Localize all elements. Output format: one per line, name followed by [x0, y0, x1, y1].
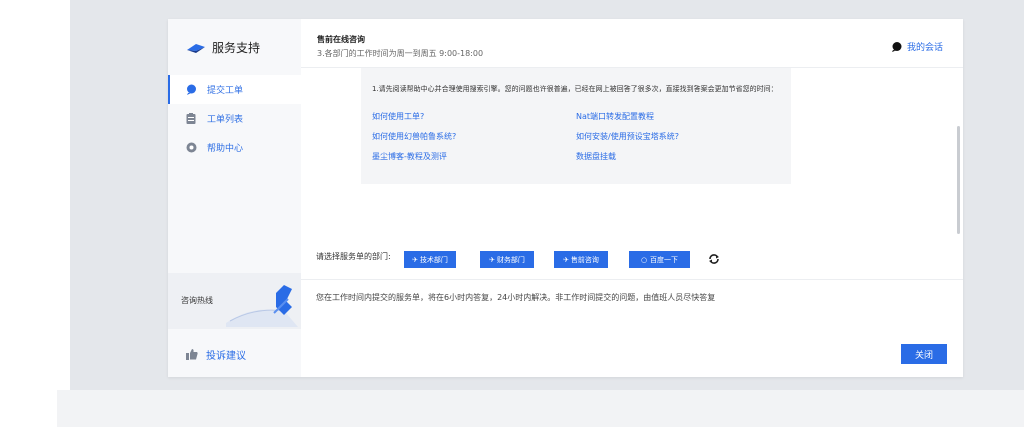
help-link-blog[interactable]: 墨尘博客-教程及测评	[372, 151, 447, 162]
dept-button-label: 财务部门	[496, 255, 525, 264]
thumbs-up-icon	[186, 349, 198, 360]
cloud-logo-icon	[187, 43, 205, 53]
sidebar-item-label: 提交工单	[207, 86, 244, 96]
refresh-icon[interactable]	[708, 253, 720, 265]
search-icon: ○	[640, 255, 648, 264]
phone-illustration-icon	[226, 285, 298, 327]
help-link-baota[interactable]: 如何安装/使用预设宝塔系统?	[576, 131, 679, 142]
response-time-notice: 您在工作时间内提交的服务单，将在6小时内答复，24小时内解决。非工作时间提交的问…	[316, 293, 716, 302]
chat-bubble-icon	[891, 41, 902, 52]
my-chat-link[interactable]: 我的会话	[891, 40, 943, 53]
dialog-header: 售前在线咨询 3.各部门的工作时间为周一到周五 9:00-18:00 我的会话	[301, 19, 963, 68]
dept-button-label: 技术部门	[419, 255, 448, 264]
support-dialog: 服务支持 提交工单 工单列表 帮助中心 咨询热线 投诉建议 售前在线咨询 3.各…	[168, 19, 963, 377]
dept-button-label: 百度一下	[650, 255, 679, 264]
sidebar-item-label: 工单列表	[207, 115, 244, 125]
dept-button-presales[interactable]: ✈ 售前咨询	[554, 251, 608, 268]
my-chat-label: 我的会话	[906, 43, 943, 53]
help-circle-icon	[185, 142, 197, 154]
help-link-nat-port[interactable]: Nat端口转发配置教程	[576, 111, 654, 122]
help-link-ticket-usage[interactable]: 如何使用工单?	[372, 111, 424, 122]
department-prompt: 请选择服务单的部门:	[316, 251, 391, 262]
sidebar: 服务支持 提交工单 工单列表 帮助中心 咨询热线 投诉建议	[168, 19, 301, 377]
sidebar-nav: 提交工单 工单列表 帮助中心	[168, 75, 301, 162]
scrollbar-thumb[interactable]	[957, 126, 960, 234]
page-title: 售前在线咨询	[317, 35, 365, 44]
sidebar-item-submit-ticket[interactable]: 提交工单	[168, 75, 301, 104]
sidebar-item-ticket-list[interactable]: 工单列表	[168, 104, 301, 133]
sidebar-item-help-center[interactable]: 帮助中心	[168, 133, 301, 162]
chat-area: 1.请先阅读帮助中心并合理使用搜索引擎。您的问题也许很普遍，已经在网上被回答了很…	[301, 68, 963, 279]
complaint-label: 投诉建议	[206, 351, 246, 362]
hotline-panel: 咨询热线	[168, 273, 301, 329]
clipboard-icon	[185, 113, 197, 125]
help-link-palworld[interactable]: 如何使用幻兽帕鲁系统?	[372, 131, 456, 142]
dept-button-tech[interactable]: ✈ 技术部门	[404, 251, 456, 268]
composer-divider	[301, 279, 963, 280]
dept-button-label: 售前咨询	[570, 255, 599, 264]
hotline-label: 咨询热线	[181, 296, 213, 305]
department-prompt-label: 请选择服务单的部门:	[316, 252, 391, 261]
help-card: 1.请先阅读帮助中心并合理使用搜索引擎。您的问题也许很普遍，已经在网上被回答了很…	[361, 68, 791, 184]
chat-bubble-icon	[185, 84, 197, 96]
complaint-link[interactable]: 投诉建议	[186, 347, 246, 362]
chat-scrollbar[interactable]	[953, 68, 963, 279]
dept-button-baidu[interactable]: ○ 百度一下	[629, 251, 690, 268]
send-icon: ✈	[563, 255, 569, 264]
send-icon: ✈	[412, 255, 418, 264]
work-hours-subtitle: 3.各部门的工作时间为周一到周五 9:00-18:00	[317, 49, 484, 58]
send-icon: ✈	[489, 255, 495, 264]
logo-text: 服务支持	[212, 41, 261, 55]
help-link-data-disk[interactable]: 数据盘挂载	[576, 151, 616, 162]
page-backdrop-lower	[57, 390, 1024, 427]
logo: 服务支持	[186, 39, 260, 56]
dept-button-finance[interactable]: ✈ 财务部门	[480, 251, 534, 268]
sidebar-item-label: 帮助中心	[207, 144, 244, 154]
help-intro-text: 1.请先阅读帮助中心并合理使用搜索引擎。您的问题也许很普遍，已经在网上被回答了很…	[372, 85, 778, 93]
close-button[interactable]: 关闭	[901, 344, 947, 364]
